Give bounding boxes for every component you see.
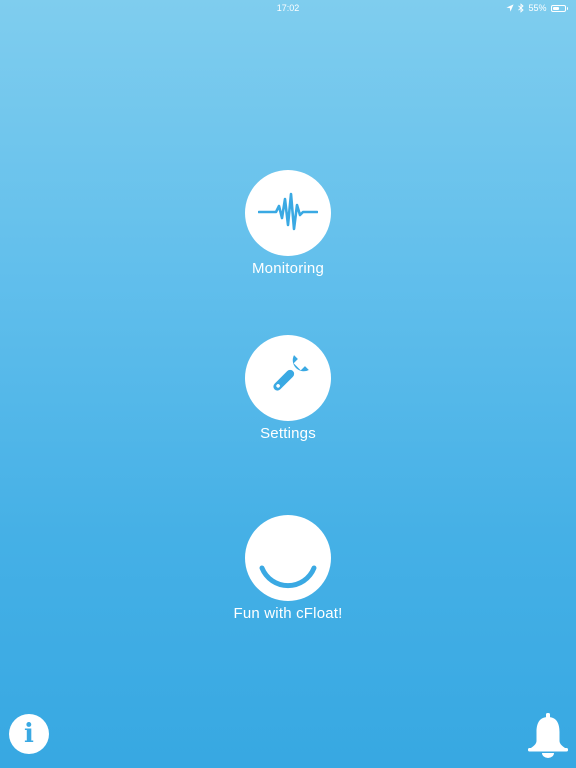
battery-fill xyxy=(552,6,559,10)
monitoring-button[interactable]: Monitoring xyxy=(0,170,576,277)
status-time: 17:02 xyxy=(276,3,300,13)
battery-tip xyxy=(566,6,568,10)
settings-button[interactable]: Settings xyxy=(0,335,576,442)
heartbeat-icon xyxy=(257,191,319,236)
battery-percent: 55% xyxy=(528,3,547,13)
settings-circle[interactable] xyxy=(245,335,331,421)
settings-label: Settings xyxy=(260,425,316,442)
smile-icon xyxy=(245,513,331,604)
wrench-icon xyxy=(264,352,312,405)
battery-icon xyxy=(550,4,566,12)
bell-icon xyxy=(526,713,570,762)
location-arrow-icon xyxy=(506,4,515,12)
fun-circle[interactable] xyxy=(245,515,331,601)
info-button[interactable]: i xyxy=(9,714,49,754)
fun-label: Fun with cFloat! xyxy=(233,605,343,622)
fun-with-cfloat-button[interactable]: Fun with cFloat! xyxy=(0,515,576,622)
bluetooth-icon xyxy=(518,3,525,13)
status-right-group: 55% xyxy=(506,0,568,16)
monitoring-circle[interactable] xyxy=(245,170,331,256)
notifications-button[interactable] xyxy=(526,712,570,758)
status-bar: 17:02 55% xyxy=(0,0,576,16)
monitoring-label: Monitoring xyxy=(251,260,325,277)
info-icon: i xyxy=(24,719,34,749)
